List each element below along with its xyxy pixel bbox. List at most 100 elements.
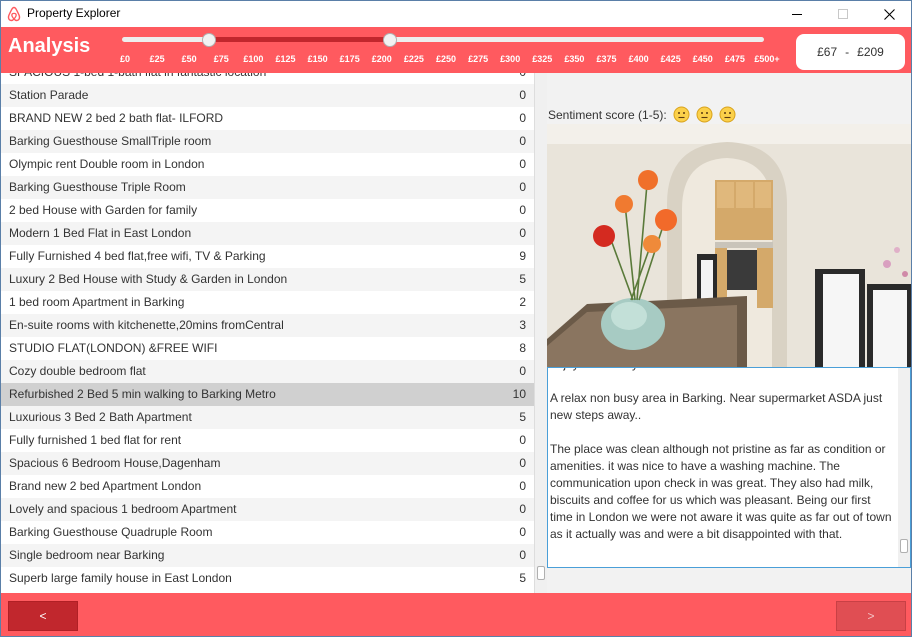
footer-nav: < > <box>1 593 911 636</box>
listing-photo <box>547 124 911 367</box>
price-tick-label: £500+ <box>754 54 780 64</box>
listing-name: 2 bed House with Garden for family <box>9 203 198 217</box>
price-slider-min-handle[interactable] <box>202 33 216 47</box>
listing-name: Luxurious 3 Bed 2 Bath Apartment <box>9 410 192 424</box>
price-tick-label: £0 <box>119 54 131 64</box>
listing-review-count: 5 <box>519 410 526 424</box>
listing-name: Modern 1 Bed Flat in East London <box>9 226 192 240</box>
listing-review-count: 10 <box>512 387 526 401</box>
listing-review-count: 0 <box>519 111 526 125</box>
price-tick-label: £250 <box>435 54 457 64</box>
review-text: enjoyed our stay. A relax non busy area i… <box>550 368 896 560</box>
listing-review-count: 0 <box>519 364 526 378</box>
review-text-area[interactable]: enjoyed our stay. A relax non busy area i… <box>547 367 911 568</box>
sentiment-score: Sentiment score (1-5): <box>548 106 736 123</box>
listing-name: Superb large family house in East London <box>9 571 232 585</box>
title-bar: Property Explorer <box>1 1 911 27</box>
price-tick-label: £75 <box>213 54 229 64</box>
price-tick-label: £400 <box>628 54 649 64</box>
price-range-max: £209 <box>857 45 884 59</box>
review-scrollbar[interactable] <box>898 368 910 567</box>
listing-review-count: 0 <box>519 88 526 102</box>
price-tick-label: £25 <box>149 54 165 64</box>
listing-row[interactable]: Luxury 2 Bed House with Study & Garden i… <box>1 268 534 291</box>
price-tick-label: £200 <box>371 54 392 64</box>
listing-row[interactable]: BRAND NEW 2 bed 2 bath flat- ILFORD 0 <box>1 107 534 130</box>
listing-row[interactable]: 2 bed House with Garden for family 0 <box>1 199 534 222</box>
listing-name: En-suite rooms with kitchenette,20mins f… <box>9 318 284 332</box>
listing-review-count: 0 <box>519 548 526 562</box>
listing-review-count: 0 <box>519 226 526 240</box>
price-tick-label: £325 <box>532 54 553 64</box>
price-tick-label: £275 <box>468 54 489 64</box>
neutral-face-icon <box>673 106 690 123</box>
price-tick-label: £50 <box>181 54 197 64</box>
listing-row[interactable]: 1 bed room Apartment in Barking 2 <box>1 291 534 314</box>
listing-row[interactable]: Barking Guesthouse Quadruple Room 0 <box>1 521 534 544</box>
price-tick-label: £125 <box>275 54 296 64</box>
listing-row[interactable]: Olympic rent Double room in London 0 <box>1 153 534 176</box>
listing-review-count: 3 <box>519 318 526 332</box>
review-paragraph: A relax non busy area in Barking. Near s… <box>550 391 883 422</box>
listing-row[interactable]: Refurbished 2 Bed 5 min walking to Barki… <box>1 383 534 406</box>
price-tick-label: £475 <box>724 54 745 64</box>
price-tick-label: £350 <box>564 54 585 64</box>
price-tick-label: £425 <box>660 54 681 64</box>
listing-name: Barking Guesthouse Triple Room <box>9 180 186 194</box>
listing-row[interactable]: Barking Guesthouse SmallTriple room 0 <box>1 130 534 153</box>
listing-list[interactable]: SPACIOUS 1-bed 1-bath flat in fantastic … <box>1 73 534 593</box>
maximize-button[interactable] <box>820 1 866 27</box>
listing-review-count: 8 <box>519 341 526 355</box>
close-button[interactable] <box>866 1 911 27</box>
review-scroll-thumb[interactable] <box>900 539 908 553</box>
listing-list-scroll-thumb[interactable] <box>537 566 545 580</box>
listing-row[interactable]: Station Parade 0 <box>1 84 534 107</box>
previous-button[interactable]: < <box>8 601 78 631</box>
listing-row[interactable]: SPACIOUS 1-bed 1-bath flat in fantastic … <box>1 73 534 84</box>
listing-review-count: 0 <box>519 157 526 171</box>
price-range-display: £67 - £209 <box>796 34 905 70</box>
listing-row[interactable]: En-suite rooms with kitchenette,20mins f… <box>1 314 534 337</box>
sentiment-label: Sentiment score (1-5): <box>548 107 667 122</box>
price-tick-label: £450 <box>692 54 713 64</box>
listing-review-count: 9 <box>519 249 526 263</box>
listing-row[interactable]: Spacious 6 Bedroom House,Dagenham 0 <box>1 452 534 475</box>
price-tick-label: £100 <box>243 54 264 64</box>
next-button[interactable]: > <box>836 601 906 631</box>
listing-name: Olympic rent Double room in London <box>9 157 205 171</box>
listing-row[interactable]: Fully furnished 1 bed flat for rent 0 <box>1 429 534 452</box>
listing-name: Barking Guesthouse Quadruple Room <box>9 525 213 539</box>
close-icon <box>883 8 895 20</box>
minimize-button[interactable] <box>774 1 820 27</box>
listing-review-count: 5 <box>519 571 526 585</box>
listing-review-count: 5 <box>519 272 526 286</box>
listing-list-scrollbar[interactable] <box>534 73 547 593</box>
price-tick-label: £175 <box>339 54 360 64</box>
listing-name: Brand new 2 bed Apartment London <box>9 479 202 493</box>
page-title: Analysis <box>8 35 91 57</box>
listing-row[interactable]: Superb large family house in East London… <box>1 567 534 590</box>
listing-review-count: 0 <box>519 479 526 493</box>
price-tick-label: £300 <box>500 54 521 64</box>
app-window: Property Explorer Analysis £0 £25 £50 £75 £1… <box>0 0 912 637</box>
listing-review-count: 0 <box>519 134 526 148</box>
listing-row[interactable]: Fully Furnished 4 bed flat,free wifi, TV… <box>1 245 534 268</box>
listing-name: 1 bed room Apartment in Barking <box>9 295 185 309</box>
listing-review-count: 0 <box>519 203 526 217</box>
listing-name: Station Parade <box>9 88 89 102</box>
listing-row[interactable]: Luxurious 3 Bed 2 Bath Apartment 5 <box>1 406 534 429</box>
listing-row[interactable]: Single bedroom near Barking 0 <box>1 544 534 567</box>
listing-row[interactable]: Modern 1 Bed Flat in East London 0 <box>1 222 534 245</box>
analysis-header: Analysis £0 £25 £50 £75 £100 £125 £150 £175 £200… <box>1 27 911 73</box>
listing-row[interactable]: Barking Guesthouse Triple Room 0 <box>1 176 534 199</box>
review-paragraph: The place was clean although not pristin… <box>550 442 892 541</box>
review-paragraph: enjoyed our stay. <box>550 368 896 373</box>
listing-row[interactable]: Brand new 2 bed Apartment London 0 <box>1 475 534 498</box>
listing-row[interactable]: STUDIO FLAT(LONDON) &FREE WIFI 8 <box>1 337 534 360</box>
listing-row[interactable]: Lovely and spacious 1 bedroom Apartment 0 <box>1 498 534 521</box>
listing-name: Cozy double bedroom flat <box>9 364 146 378</box>
listing-name: Fully furnished 1 bed flat for rent <box>9 433 182 447</box>
price-slider-max-handle[interactable] <box>383 33 397 47</box>
listing-row[interactable]: Cozy double bedroom flat 0 <box>1 360 534 383</box>
price-range-separator: - <box>845 45 850 59</box>
